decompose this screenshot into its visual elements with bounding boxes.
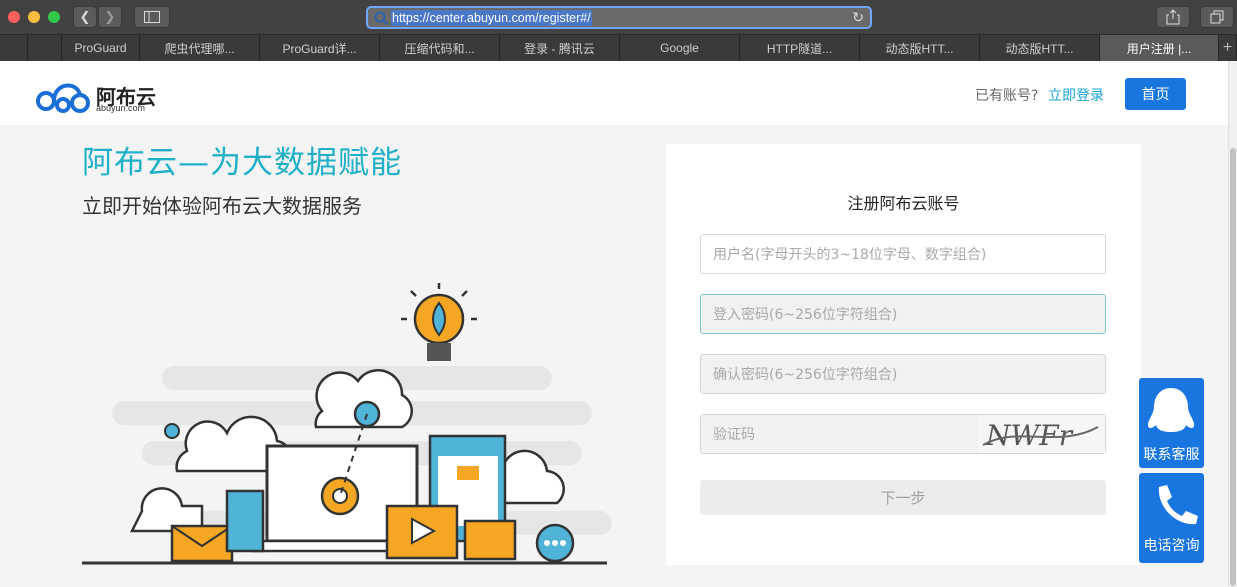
browser-tab[interactable]	[28, 35, 62, 61]
confirm-password-placeholder: 确认密码(6~256位字符组合)	[713, 367, 898, 383]
phone-icon	[1158, 485, 1198, 525]
minimize-window-button[interactable]	[28, 11, 40, 23]
share-button[interactable]	[1156, 6, 1190, 28]
tabs-icon	[1210, 10, 1224, 24]
home-button[interactable]: 首页	[1125, 78, 1186, 110]
search-icon	[374, 11, 388, 25]
password-placeholder: 登入密码(6~256位字符组合)	[713, 307, 898, 323]
captcha-field[interactable]: 验证码 NWFr	[700, 414, 1106, 454]
qq-penguin-icon	[1148, 388, 1194, 432]
forward-button[interactable]: ❯	[98, 6, 122, 28]
sidebar-icon	[144, 11, 160, 23]
chevron-right-icon: ❯	[104, 9, 116, 25]
browser-tab[interactable]: 登录 - 腾讯云	[500, 35, 620, 61]
password-field[interactable]: 登入密码(6~256位字符组合)	[700, 294, 1106, 334]
back-button[interactable]: ❮	[73, 6, 97, 28]
scrollbar-thumb[interactable]	[1230, 148, 1236, 586]
tab-bar: ProGuard 爬虫代理哪... ProGuard详... 压缩代码和... 登录 -…	[0, 35, 1237, 61]
username-field[interactable]: 用户名(字母开头的3~18位字母、数字组合)	[700, 234, 1106, 274]
browser-tab[interactable]: ProGuard	[62, 35, 140, 61]
register-card: 注册阿布云账号 用户名(字母开头的3~18位字母、数字组合) 登入密码(6~25…	[666, 144, 1141, 565]
maximize-window-button[interactable]	[48, 11, 60, 23]
url-text[interactable]: https://center.abuyun.com/register#/	[391, 9, 592, 26]
browser-tab[interactable]: 爬虫代理哪...	[140, 35, 260, 61]
page: 阿布云 abuyun.com 已有账号? 立即登录 首页 阿布云—为大数据赋能 …	[0, 61, 1228, 587]
browser-tab[interactable]: 动态版HTT...	[860, 35, 980, 61]
share-icon	[1166, 9, 1180, 25]
browser-tab[interactable]: 压缩代码和...	[380, 35, 500, 61]
browser-toolbar: ❮ ❯ https://center.abuyun.com/register#/…	[0, 0, 1237, 35]
chevron-left-icon: ❮	[79, 9, 91, 25]
browser-tab[interactable]: HTTP隧道...	[740, 35, 860, 61]
big-data-illustration	[82, 283, 612, 565]
confirm-password-field[interactable]: 确认密码(6~256位字符组合)	[700, 354, 1106, 394]
tab-overview-button[interactable]	[1200, 6, 1234, 28]
sidebar-toggle-button[interactable]	[134, 6, 170, 28]
site-header: 阿布云 abuyun.com 已有账号? 立即登录 首页	[0, 61, 1228, 125]
next-step-button[interactable]: 下一步	[700, 480, 1106, 515]
phone-consult-button[interactable]: 电话咨询	[1139, 473, 1204, 563]
qq-support-button[interactable]: 联系客服	[1139, 378, 1204, 468]
captcha-image[interactable]: NWFr	[978, 415, 1105, 453]
browser-tab[interactable]: 用户注册 |...	[1100, 35, 1219, 61]
qq-support-label: 联系客服	[1143, 447, 1200, 463]
reload-icon[interactable]: ↻	[852, 10, 864, 26]
login-link[interactable]: 立即登录	[1048, 85, 1104, 105]
new-tab-button[interactable]: +	[1219, 35, 1237, 61]
close-window-button[interactable]	[8, 11, 20, 23]
logo-subtext: abuyun.com	[96, 103, 146, 113]
browser-tab[interactable]: ProGuard详...	[260, 35, 380, 61]
phone-consult-label: 电话咨询	[1143, 538, 1200, 554]
hero-subtitle: 立即开始体验阿布云大数据服务	[82, 194, 362, 218]
browser-tab[interactable]: 动态版HTT...	[980, 35, 1100, 61]
browser-tab[interactable]: Google	[620, 35, 740, 61]
browser-tab[interactable]	[0, 35, 28, 61]
register-title: 注册阿布云账号	[847, 194, 960, 213]
login-prompt: 已有账号?	[975, 88, 1039, 104]
captcha-placeholder: 验证码	[713, 427, 755, 443]
hero-title: 阿布云—为大数据赋能	[82, 145, 402, 181]
username-placeholder: 用户名(字母开头的3~18位字母、数字组合)	[713, 247, 987, 263]
captcha-graphic: NWFr	[982, 419, 1099, 452]
address-bar[interactable]: https://center.abuyun.com/register#/ ↻	[366, 6, 872, 29]
